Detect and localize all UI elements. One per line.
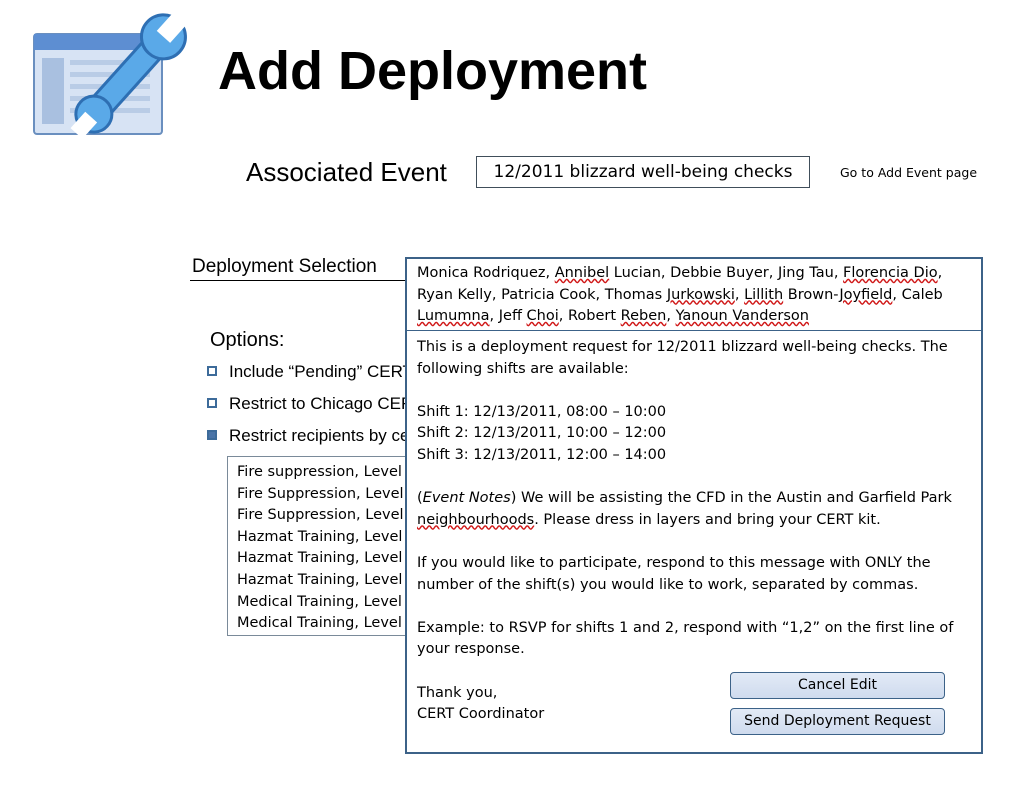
list-item[interactable]: Hazmat Training, Level 1 xyxy=(237,527,411,549)
shift-line: Shift 1: 12/13/2011, 08:00 – 10:00 xyxy=(417,403,667,420)
training-list[interactable]: Fire suppression, Level 1 Fire Suppressi… xyxy=(227,456,412,636)
list-item[interactable]: Fire Suppression, Level 3 xyxy=(237,505,411,527)
recipient-text: , Jeff xyxy=(489,308,527,325)
deployment-selection-title: Deployment Selection xyxy=(192,256,377,277)
recipient-name: Choi xyxy=(526,308,559,325)
recipient-text: , xyxy=(734,286,745,303)
add-event-page-link[interactable]: Go to Add Event page xyxy=(840,165,977,181)
shift-line: Shift 3: 12/13/2011, 12:00 – 14:00 xyxy=(417,446,667,463)
recipients-field[interactable]: Monica Rodriquez, Annibel Lucian, Debbie… xyxy=(405,257,983,332)
include-pending-checkbox[interactable] xyxy=(207,366,217,376)
list-item[interactable]: Fire suppression, Level 1 xyxy=(237,462,411,484)
recipient-name: Yanoun Vanderson xyxy=(675,308,809,325)
event-notes-text: neighbourhoods xyxy=(417,511,535,528)
recipient-name: Florencia Dio xyxy=(843,265,938,281)
list-item[interactable]: Medical Training, Level 1 xyxy=(237,592,411,614)
cancel-edit-button[interactable]: Cancel Edit xyxy=(730,672,945,699)
restrict-recipients-checkbox[interactable] xyxy=(207,430,217,440)
message-intro: This is a deployment request for 12/2011… xyxy=(417,339,948,377)
recipient-name: Jurkowski xyxy=(666,286,735,303)
recipient-name: Reben xyxy=(620,308,667,325)
list-item[interactable]: Hazmat Training, Level 3 xyxy=(237,570,411,592)
associated-event-field[interactable]: 12/2011 blizzard well-being checks xyxy=(476,156,810,188)
shift-line: Shift 2: 12/13/2011, 10:00 – 12:00 xyxy=(417,425,667,442)
send-deployment-request-button[interactable]: Send Deployment Request xyxy=(730,708,945,735)
associated-event-label: Associated Event xyxy=(246,157,447,187)
recipient-name: Annibel xyxy=(554,265,610,281)
option-restrict-chicago[interactable]: Restrict to Chicago CERT xyxy=(207,393,423,415)
option-label: Include “Pending” CERT xyxy=(229,362,413,381)
recipient-name: Lillith xyxy=(744,286,784,303)
event-notes-label: Event Notes xyxy=(422,490,511,507)
option-label: Restrict to Chicago CERT xyxy=(229,394,424,413)
recipient-name: Lumumna xyxy=(417,308,490,325)
list-item[interactable]: Hazmat Training, Level 2 xyxy=(237,548,411,570)
option-include-pending[interactable]: Include “Pending” CERT xyxy=(207,361,413,383)
recipient-text: , Robert xyxy=(558,308,621,325)
page-title: Add Deployment xyxy=(218,41,648,101)
restrict-chicago-checkbox[interactable] xyxy=(207,398,217,408)
option-restrict-recipients[interactable]: Restrict recipients by cert xyxy=(207,425,420,447)
recipient-text: , Caleb xyxy=(892,286,943,303)
event-notes-text: . Please dress in layers and bring your … xyxy=(534,511,881,528)
recipient-text: Brown- xyxy=(783,286,840,303)
recipient-text: Lucian, Debbie Buyer, Jing Tau, xyxy=(609,265,844,281)
recipient-name: Joyfield xyxy=(839,286,893,303)
recipient-text: , xyxy=(666,308,676,325)
list-item[interactable]: Medical Training, Level 2 xyxy=(237,613,411,635)
options-label: Options: xyxy=(210,329,285,351)
recipient-text: Monica Rodriquez, xyxy=(417,265,555,281)
event-notes: (Event Notes) We will be assisting the C… xyxy=(417,490,952,528)
option-label: Restrict recipients by cert xyxy=(229,426,420,445)
wrench-over-window-icon xyxy=(30,8,198,140)
deployment-selection-divider xyxy=(190,280,415,281)
participate-instructions: If you would like to participate, respon… xyxy=(417,554,931,593)
event-notes-text: We will be assisting the CFD in the Aust… xyxy=(516,490,952,507)
list-item[interactable]: Fire Suppression, Level 2 xyxy=(237,484,411,506)
rsvp-example: Example: to RSVP for shifts 1 and 2, res… xyxy=(417,619,954,658)
